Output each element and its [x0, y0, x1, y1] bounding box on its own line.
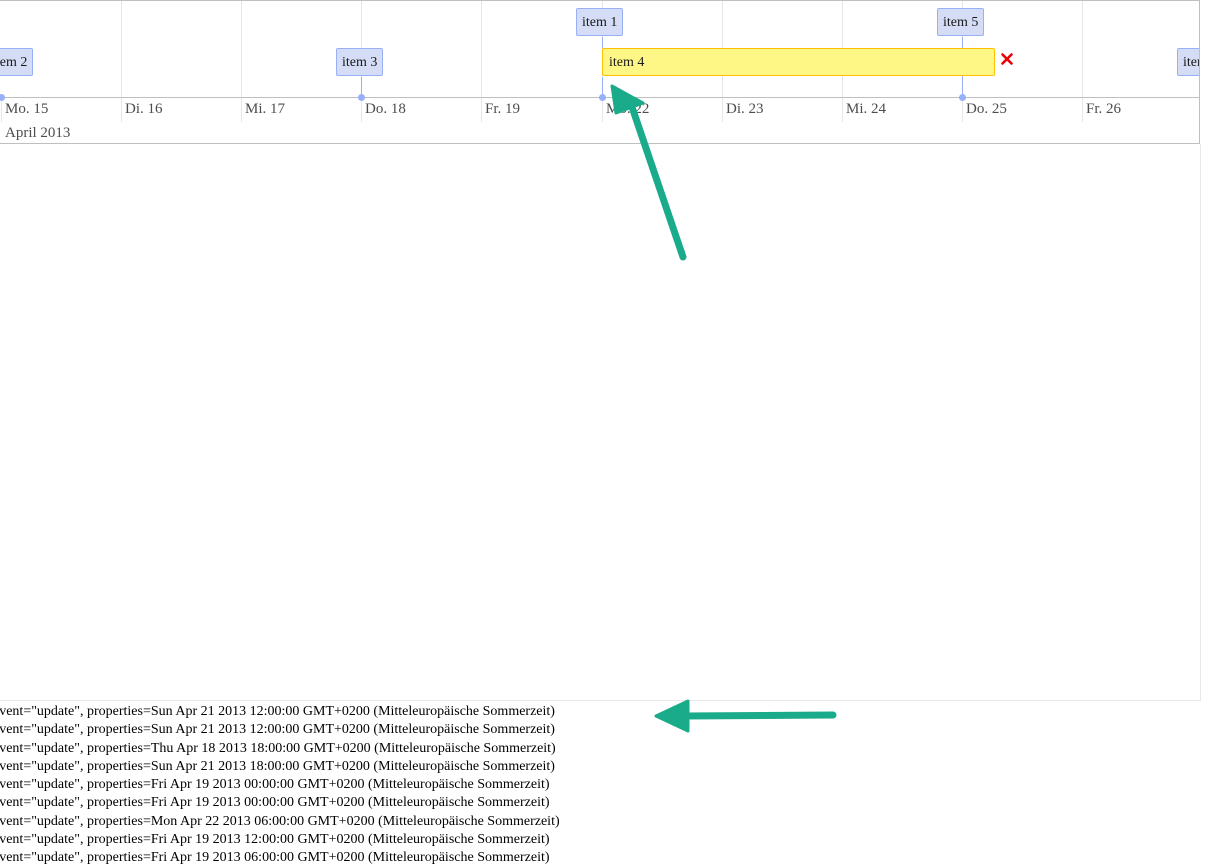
timeline-item-1[interactable]: item 1 — [576, 8, 624, 36]
log-line: event="update", properties=Sun Apr 21 20… — [0, 758, 555, 774]
axis-tick — [602, 98, 603, 122]
axis-tick — [842, 98, 843, 122]
log-line: event="update", properties=Fri Apr 19 20… — [0, 850, 550, 866]
log-line: event="update", properties=Fri Apr 19 20… — [0, 832, 550, 848]
item-dot — [0, 94, 5, 101]
axis-tick — [1, 98, 2, 122]
log-line: event="update", properties=Mon Apr 22 20… — [0, 813, 560, 829]
day-label: Di. 16 — [125, 101, 163, 117]
frame-border — [0, 700, 1201, 701]
gridline — [241, 1, 242, 97]
timeline-item-3[interactable]: item 3 — [336, 48, 384, 76]
timeline[interactable]: Mo. 15 Di. 16 Mi. 17 Do. 18 Fr. 19 Mo. 2… — [0, 0, 1200, 144]
day-label: Di. 23 — [726, 101, 764, 117]
close-icon[interactable] — [1000, 52, 1014, 66]
item-dot — [358, 94, 365, 101]
day-label: Mi. 24 — [846, 101, 887, 117]
event-log: event="update", properties=Sun Apr 21 20… — [0, 703, 560, 868]
day-label: Mo. 22 — [606, 101, 650, 117]
axis-tick — [241, 98, 242, 122]
day-label: Fr. 26 — [1086, 101, 1122, 117]
timeline-item-6[interactable]: item 6 — [1177, 48, 1199, 76]
axis-tick — [962, 98, 963, 122]
gridline — [481, 1, 482, 97]
item-dot — [959, 94, 966, 101]
arrow-icon — [654, 699, 837, 733]
day-label: Mo. 15 — [5, 101, 49, 117]
timeline-item-4-selected[interactable]: item 4 — [602, 48, 995, 76]
day-label: Do. 25 — [966, 101, 1007, 117]
axis-tick — [481, 98, 482, 122]
item-dot — [599, 94, 606, 101]
day-label: Do. 18 — [365, 101, 406, 117]
timeline-item-2[interactable]: item 2 — [0, 48, 34, 76]
log-line: event="update", properties=Fri Apr 19 20… — [0, 795, 550, 811]
log-line: event="update", properties=Sun Apr 21 20… — [0, 704, 555, 719]
gridline — [1082, 1, 1083, 97]
day-label: Fr. 19 — [485, 101, 521, 117]
axis-tick — [1082, 98, 1083, 122]
axis-tick — [722, 98, 723, 122]
gridline — [121, 1, 122, 97]
axis-tick — [121, 98, 122, 122]
log-line: event="update", properties=Fri Apr 19 20… — [0, 777, 550, 793]
month-label: April 2013 — [5, 125, 71, 141]
item-connector — [602, 37, 603, 48]
timeline-item-5[interactable]: item 5 — [937, 8, 985, 36]
log-line: event="update", properties=Thu Apr 18 20… — [0, 740, 556, 756]
axis-tick — [361, 98, 362, 122]
log-line: event="update", properties=Sun Apr 21 20… — [0, 722, 555, 738]
day-label: Mi. 17 — [245, 101, 286, 117]
frame-border — [1200, 144, 1201, 700]
